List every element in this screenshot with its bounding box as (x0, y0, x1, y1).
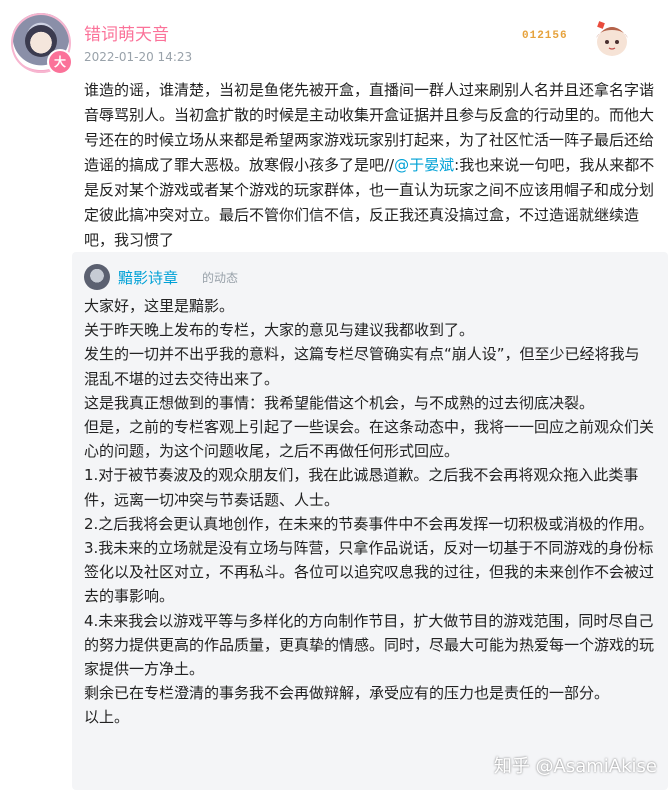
avatar-badge: 大 (47, 49, 73, 75)
mention-link[interactable]: @于晏斌 (394, 156, 454, 174)
repost-paragraph: 3.我未来的立场就是没有立场与阵营，只拿作品说话，反对一切基于不同游戏的身份标签… (84, 539, 655, 606)
username[interactable]: 错词萌天音 (84, 20, 169, 45)
repost-paragraph: 以上。 (84, 708, 130, 727)
repost-paragraph: 1.对于被节奏波及的观众朋友们，我在此诚恳道歉。之后我不会再将观众拖入此类事件，… (84, 466, 639, 509)
post-timestamp: 2022-01-20 14:23 (84, 50, 193, 64)
repost-author-avatar[interactable] (84, 264, 110, 290)
decoration-character-icon (596, 21, 628, 56)
repost-author-name[interactable]: 黯影诗章 (118, 267, 178, 288)
repost-paragraph: 关于昨天晚上发布的专栏，大家的意见与建议我都收到了。 (84, 321, 475, 340)
repost-content: 大家好，这里是黯影。 关于昨天晚上发布的专栏，大家的意见与建议我都收到了。 发生… (84, 294, 654, 730)
repost-paragraph: 大家好，这里是黯影。 (84, 297, 235, 315)
repost-type-label: 的动态 (202, 271, 239, 285)
fan-badge-number: 012156 (522, 30, 568, 42)
repost-paragraph: 但是，之前的专栏客观上引起了一些误会。在这条动态中，我将一一回应之前观众们关心的… (84, 418, 655, 461)
repost-paragraph: 剩余已在专栏澄清的事务我不会再做辩解，承受应有的压力也是责任的一部分。 (84, 684, 610, 703)
repost-paragraph: 发生的一切并不出乎我的意料，这篇专栏尽管确实有点“崩人设”，但至少已经将我与混乱… (84, 345, 640, 388)
zhihu-watermark: 知乎 @AsamiAkise (493, 756, 657, 777)
repost-paragraph: 2.之后我将会更认真地创作，在未来的节奏事件中不会再发挥一切积极或消极的作用。 (84, 514, 654, 533)
repost-paragraph: 4.未来我会以游戏平等与多样化的方向制作节目，扩大做节目的游戏范围，同时尽自己的… (84, 611, 655, 679)
repost-paragraph: 这是我真正想做到的事情：我希望能借这个机会，与不成熟的过去彻底决裂。 (84, 393, 595, 412)
post-content: 谁造的谣，谁清楚，当初是鱼佬先被开盒，直播间一群人过来刷别人名并且还拿名字谐音辱… (84, 78, 660, 253)
user-avatar[interactable]: 大 (11, 13, 73, 75)
reposted-card[interactable]: 黯影诗章 的动态 大家好，这里是黯影。 关于昨天晚上发布的专栏，大家的意见与建议… (72, 252, 668, 790)
